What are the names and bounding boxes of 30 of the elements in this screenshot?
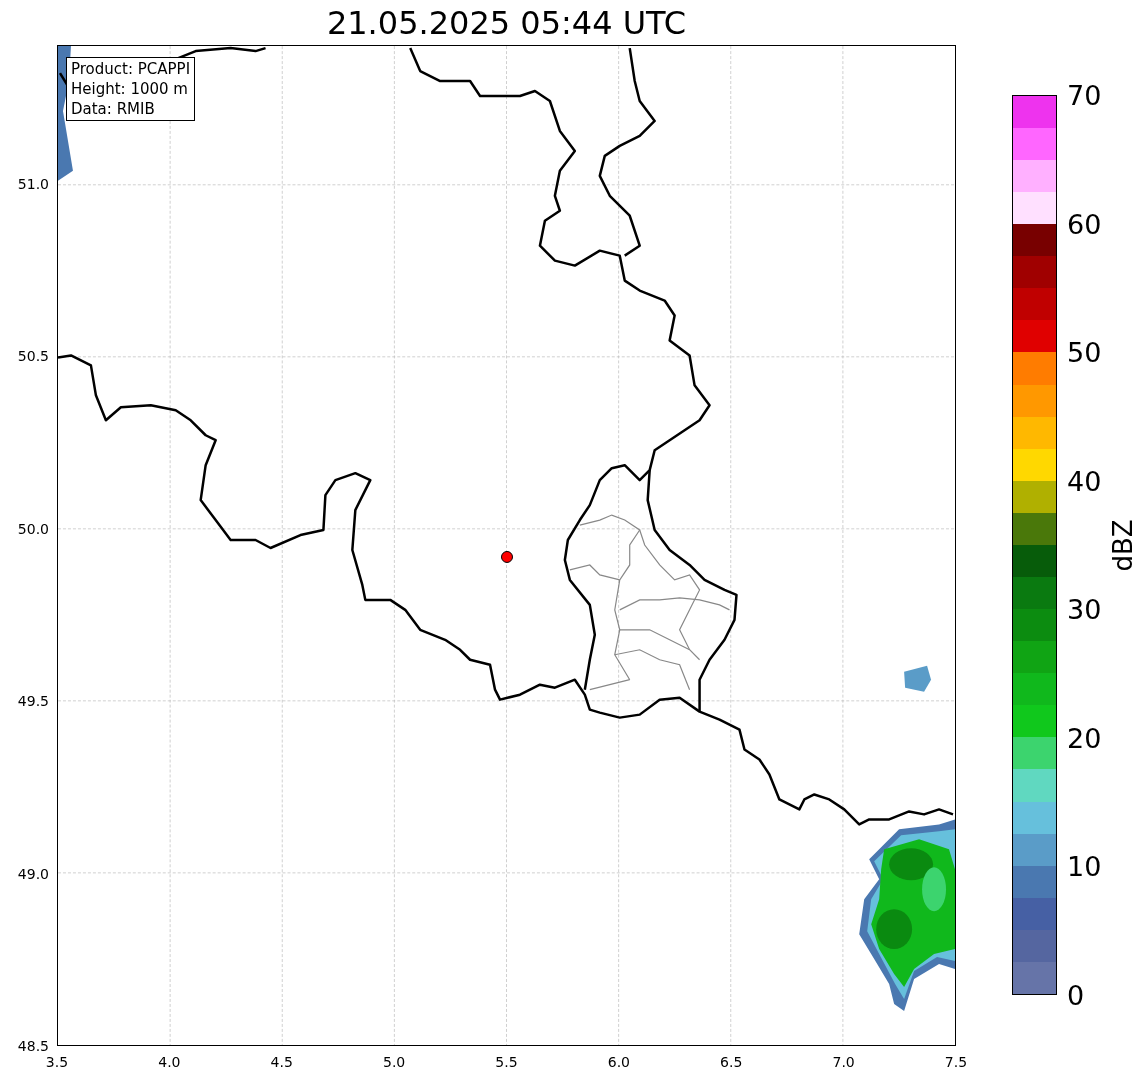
radar-echo-drawing [904, 665, 932, 692]
colorbar-tick-label: 10 [1067, 852, 1102, 880]
x-tick-label: 7.5 [944, 1053, 968, 1072]
info-line: Product: PCAPPI [71, 59, 191, 79]
x-tick-label: 4.0 [158, 1053, 181, 1072]
y-tick-label: 49.5 [17, 691, 49, 711]
colorbar-tick-label: 50 [1067, 338, 1102, 366]
y-tick-label: 50.0 [17, 519, 49, 539]
info-line: Height: 1000 m [71, 79, 189, 99]
colorbar-tick-label: 20 [1067, 724, 1102, 752]
x-tick-label: 5.5 [495, 1053, 518, 1072]
y-tick-label: 48.5 [17, 1036, 49, 1056]
y-tick-label: 49.0 [17, 864, 49, 884]
x-tick-label: 7.0 [832, 1053, 855, 1072]
info-line: Data: RMIB [71, 99, 156, 119]
colorbar-label: dBZ [1106, 518, 1139, 572]
colorbar-tick-label: 30 [1067, 595, 1102, 623]
x-tick-label: 6.5 [720, 1053, 743, 1072]
colorbar-tick-label: 60 [1067, 210, 1102, 238]
colorbar-tick-label: 70 [1067, 81, 1102, 109]
x-tick-label: 6.0 [607, 1053, 630, 1072]
x-tick-label: 4.5 [270, 1053, 293, 1072]
colorbar-tick-label: 0 [1067, 981, 1085, 1009]
x-tick-label: 3.5 [45, 1053, 69, 1072]
colorbar-tick-label: 40 [1067, 467, 1102, 495]
x-tick-label: 5.0 [383, 1053, 406, 1072]
y-tick-label: 50.5 [17, 346, 49, 366]
chart-title: 21.05.2025 05:44 UTC [326, 6, 687, 39]
radar-site-marker [501, 551, 513, 563]
y-tick-label: 51.0 [17, 174, 49, 194]
